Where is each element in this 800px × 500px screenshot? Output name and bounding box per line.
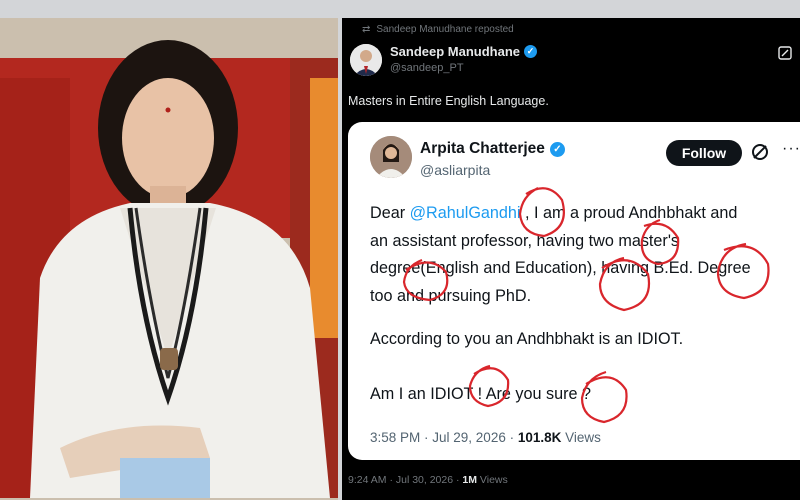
quoted-author-name[interactable]: Arpita Chatterjee ✓ bbox=[420, 140, 565, 158]
quoted-timestamp[interactable]: 3:58 PM · Jul 29, 2026 · bbox=[370, 430, 518, 445]
quoted-author-handle[interactable]: @asliarpita bbox=[420, 162, 490, 178]
author-name-text: Sandeep Manudhane bbox=[390, 44, 521, 59]
body-line-2: an assistant professor, having two maste… bbox=[370, 231, 680, 250]
more-icon[interactable]: ··· bbox=[782, 140, 800, 158]
body-line-3: degree(English and Education), having B.… bbox=[370, 259, 751, 277]
quoted-views-label: Views bbox=[561, 430, 601, 445]
repost-line[interactable]: ⇄ Sandeep Manudhane reposted bbox=[362, 24, 514, 35]
verified-icon: ✓ bbox=[524, 45, 538, 58]
mention-link[interactable]: @RahulGandhi bbox=[410, 204, 521, 222]
quoted-paragraph-3: Am I an IDIOT ! Are you sure ? bbox=[370, 385, 592, 403]
screenshot-frame: ⇄ Sandeep Manudhane reposted Sandeep Man… bbox=[0, 0, 800, 500]
quoted-views-count: 101.8K bbox=[517, 430, 562, 445]
author-handle[interactable]: @sandeep_PT bbox=[390, 62, 464, 74]
tweet-text: Masters in Entire English Language. bbox=[348, 94, 549, 108]
quoted-avatar[interactable] bbox=[370, 136, 412, 178]
quoted-tweet-card[interactable]: Arpita Chatterjee ✓ @asliarpita Follow ·… bbox=[348, 122, 800, 460]
repost-label: Sandeep Manudhane reposted bbox=[376, 24, 514, 35]
tweet-views-label: Views bbox=[477, 474, 508, 486]
quoted-tweet-meta: 3:58 PM · Jul 29, 2026 · 101.8K Views bbox=[370, 430, 601, 445]
greeting-text: Dear bbox=[370, 204, 410, 222]
grok-icon[interactable] bbox=[778, 46, 792, 60]
grok-icon[interactable] bbox=[750, 142, 770, 162]
quoted-author-name-text: Arpita Chatterjee bbox=[420, 140, 545, 157]
verified-icon: ✓ bbox=[549, 141, 565, 157]
author-name[interactable]: Sandeep Manudhane ✓ bbox=[390, 44, 538, 59]
body-line-1: , I am a proud Andhbhakt and bbox=[520, 204, 738, 222]
avatar[interactable] bbox=[350, 44, 382, 76]
portrait-photo bbox=[0, 18, 338, 500]
quoted-tweet-body: Dear @RahulGandhi , I am a proud Andhbha… bbox=[370, 200, 800, 310]
repost-icon: ⇄ bbox=[362, 24, 371, 35]
tweet-views-count: 1M bbox=[462, 474, 477, 486]
tweet-meta: 9:24 AM · Jul 30, 2026 · 1M Views bbox=[348, 474, 508, 486]
tweet-panel: ⇄ Sandeep Manudhane reposted Sandeep Man… bbox=[342, 18, 800, 500]
follow-button[interactable]: Follow bbox=[666, 140, 742, 166]
quoted-paragraph-2: According to you an Andhbhakt is an IDIO… bbox=[370, 330, 684, 348]
tweet-timestamp[interactable]: 9:24 AM · Jul 30, 2026 · bbox=[348, 474, 462, 486]
body-line-4: too and pursuing PhD. bbox=[370, 286, 532, 305]
